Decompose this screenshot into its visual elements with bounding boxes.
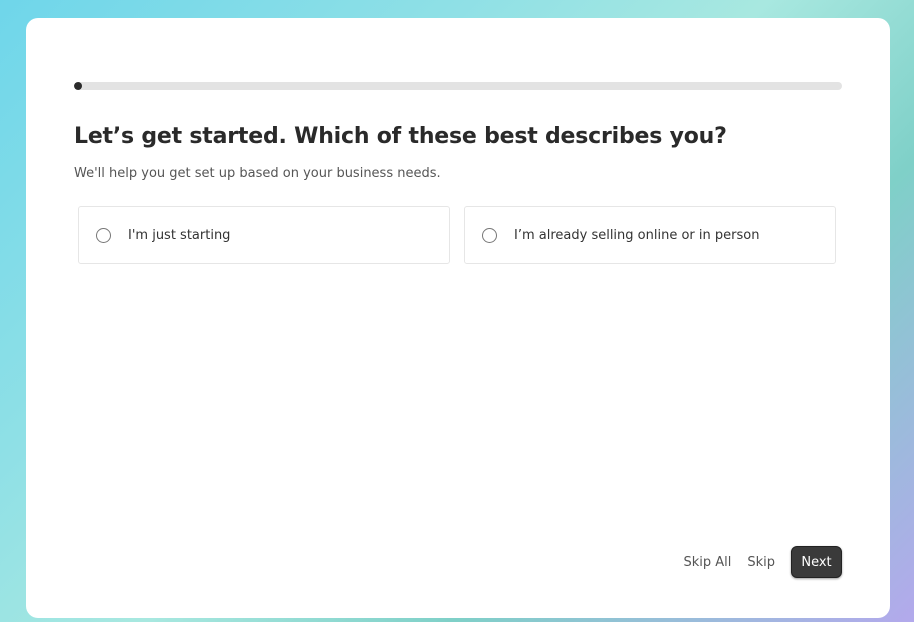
skip-button[interactable]: Skip — [747, 555, 775, 570]
footer-actions: Skip All Skip Next — [683, 546, 842, 578]
next-button[interactable]: Next — [791, 546, 842, 578]
option-label: I’m already selling online or in person — [514, 227, 760, 243]
option-just-starting[interactable]: I'm just starting — [78, 206, 450, 264]
option-already-selling[interactable]: I’m already selling online or in person — [464, 206, 836, 264]
radio-button[interactable] — [482, 227, 497, 243]
page-title: Let’s get started. Which of these best d… — [74, 124, 727, 149]
page-subtitle: We'll help you get set up based on your … — [74, 166, 441, 181]
onboarding-card: Let’s get started. Which of these best d… — [26, 18, 890, 618]
radio-button[interactable] — [96, 227, 111, 243]
progress-bar — [74, 82, 842, 90]
skip-all-button[interactable]: Skip All — [683, 555, 731, 570]
progress-fill — [74, 82, 82, 90]
option-label: I'm just starting — [128, 227, 231, 243]
